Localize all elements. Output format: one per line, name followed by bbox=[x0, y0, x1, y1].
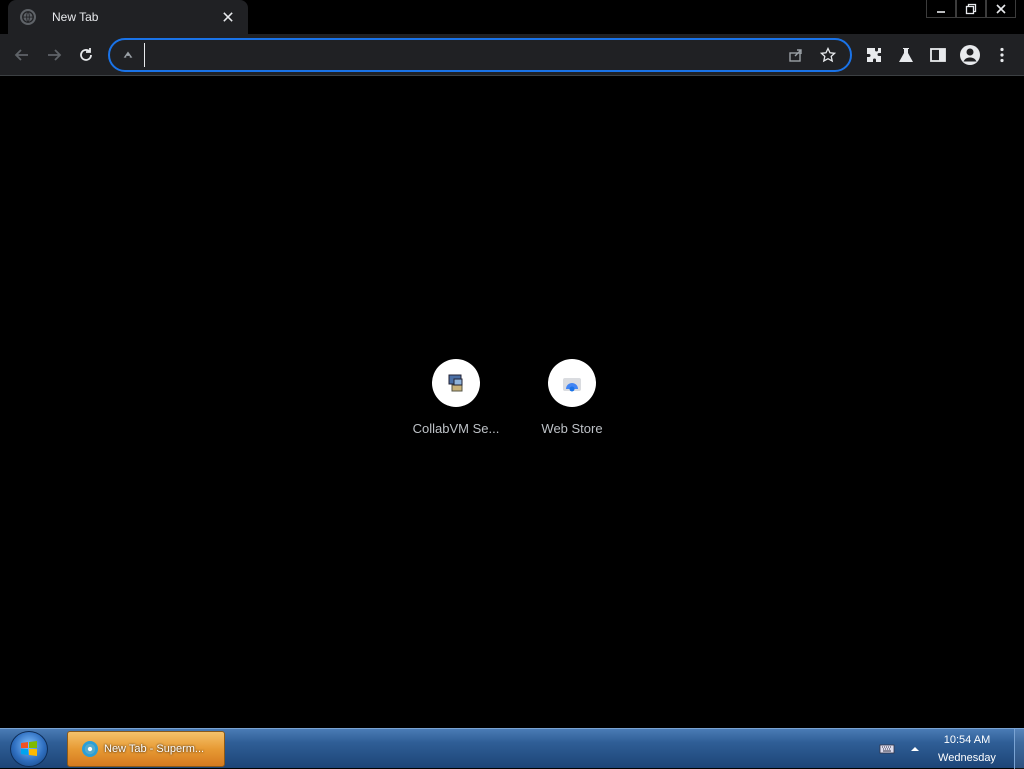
taskbar-clock[interactable]: 10:54 AM Wednesday bbox=[932, 731, 1002, 767]
bookmark-star-icon[interactable] bbox=[814, 41, 842, 69]
show-hidden-icons-icon[interactable] bbox=[904, 738, 926, 760]
shortcut-web-store[interactable]: Web Store bbox=[516, 359, 628, 436]
restore-icon[interactable] bbox=[956, 0, 986, 18]
browser-app-icon bbox=[82, 741, 98, 757]
clock-time: 10:54 AM bbox=[943, 734, 991, 746]
globe-icon bbox=[20, 9, 36, 25]
shortcut-label: Web Store bbox=[541, 421, 603, 436]
close-window-icon[interactable] bbox=[986, 0, 1016, 18]
system-tray: 10:54 AM Wednesday bbox=[876, 729, 1024, 769]
windows-logo-icon bbox=[21, 741, 37, 756]
new-tab-page: CollabVM Se... Web Store bbox=[0, 77, 1024, 728]
extensions-icon[interactable] bbox=[858, 39, 890, 71]
minimize-icon[interactable] bbox=[926, 0, 956, 18]
share-icon[interactable] bbox=[782, 41, 810, 69]
profile-icon[interactable] bbox=[954, 39, 986, 71]
site-info-icon[interactable] bbox=[120, 47, 136, 63]
shortcut-collabvm[interactable]: CollabVM Se... bbox=[400, 359, 512, 436]
start-button[interactable] bbox=[10, 731, 48, 767]
browser-window: New Tab CollabVM Se... Web Store bbox=[0, 0, 1024, 728]
labs-flask-icon[interactable] bbox=[890, 39, 922, 71]
tab-close-icon[interactable] bbox=[216, 5, 240, 29]
tab-new-tab[interactable]: New Tab bbox=[8, 0, 248, 34]
keyboard-icon[interactable] bbox=[876, 738, 898, 760]
web-store-icon bbox=[548, 359, 596, 407]
forward-icon[interactable] bbox=[38, 39, 70, 71]
taskbar-chrome-button[interactable]: New Tab - Superm... bbox=[67, 731, 225, 767]
reload-icon[interactable] bbox=[70, 39, 102, 71]
tab-strip: New Tab bbox=[0, 0, 1024, 34]
show-desktop-button[interactable] bbox=[1014, 729, 1024, 769]
back-icon[interactable] bbox=[6, 39, 38, 71]
menu-kebab-icon[interactable] bbox=[986, 39, 1018, 71]
shortcut-label: CollabVM Se... bbox=[412, 421, 500, 436]
side-panel-icon[interactable] bbox=[922, 39, 954, 71]
browser-toolbar bbox=[0, 34, 1024, 76]
windows-taskbar: New Tab - Superm... 10:54 AM Wednesday bbox=[0, 728, 1024, 769]
address-input[interactable] bbox=[144, 43, 778, 67]
clock-day: Wednesday bbox=[938, 752, 996, 764]
shortcut-tiles: CollabVM Se... Web Store bbox=[400, 359, 628, 436]
taskbar-button-label: New Tab - Superm... bbox=[104, 743, 205, 755]
tab-title: New Tab bbox=[52, 10, 99, 24]
collabvm-icon bbox=[432, 359, 480, 407]
address-bar[interactable] bbox=[108, 38, 852, 72]
window-controls bbox=[926, 0, 1016, 18]
